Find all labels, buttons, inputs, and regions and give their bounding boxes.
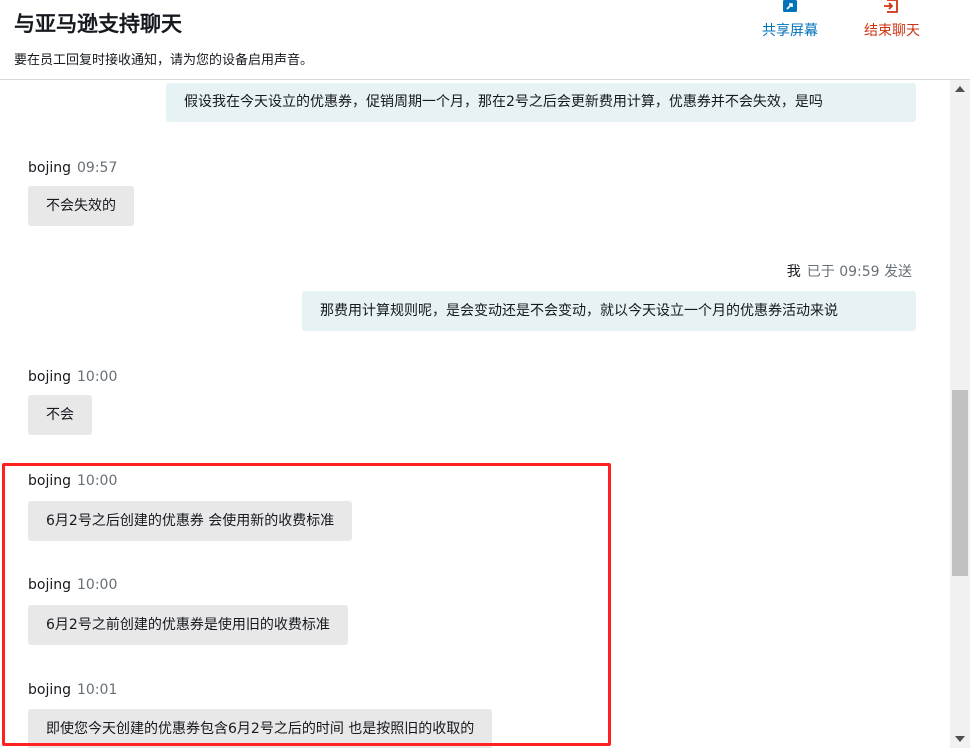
message-time: 10:00	[77, 369, 118, 385]
message-meta: bojing 09:57	[28, 159, 117, 177]
share-screen-icon	[783, 0, 797, 12]
share-screen-button[interactable]: 共享屏幕	[752, 0, 828, 44]
message-meta: bojing 10:01	[28, 681, 117, 699]
sender-name: bojing	[28, 577, 71, 593]
message-meta: bojing 10:00	[28, 472, 117, 490]
scrollbar-thumb[interactable]	[952, 390, 968, 576]
sender-name: bojing	[28, 682, 71, 698]
page-title: 与亚马逊支持聊天	[14, 12, 182, 36]
message-time: 10:00	[77, 473, 118, 489]
share-screen-label: 共享屏幕	[762, 23, 818, 39]
sender-name: 我	[786, 264, 801, 280]
scroll-down-arrow-icon[interactable]	[955, 736, 965, 742]
agent-message-bubble: 6月2号之后创建的优惠券 会使用新的收费标准	[28, 501, 353, 541]
sender-name: bojing	[28, 473, 71, 489]
my-message-bubble: 那费用计算规则呢，是会变动还是不会变动，就以今天设立一个月的优惠券活动来说	[302, 291, 916, 331]
message-meta: bojing 10:00	[28, 576, 117, 594]
message-meta: bojing 10:00	[28, 368, 117, 386]
sender-name: bojing	[28, 160, 71, 176]
message-time: 09:57	[77, 160, 118, 176]
sender-name: bojing	[28, 369, 71, 385]
end-chat-button[interactable]: 结束聊天	[852, 0, 932, 44]
message-time: 10:01	[77, 682, 118, 698]
my-message-bubble: 假设我在今天设立的优惠券，促销周期一个月，那在2号之后会更新费用计算，优惠券并不…	[166, 83, 916, 122]
exit-icon	[884, 0, 898, 13]
sound-notice: 要在员工回复时接收通知，请为您的设备启用声音。	[14, 53, 314, 68]
agent-message-bubble: 不会失效的	[28, 186, 134, 226]
agent-message-bubble: 6月2号之前创建的优惠券是使用旧的收费标准	[28, 605, 348, 645]
message-time: 10:00	[77, 577, 118, 593]
agent-message-bubble: 不会	[28, 395, 92, 435]
scroll-up-arrow-icon[interactable]	[955, 86, 965, 92]
agent-message-bubble: 即使您今天创建的优惠券包含6月2号之后的时间 也是按照旧的收取的	[28, 709, 493, 748]
message-time: 已于 09:59 发送	[806, 264, 912, 280]
chat-header: 与亚马逊支持聊天 共享屏幕 结束聊天 要在员工回复时接收通知，请为您的设备启用声…	[0, 0, 970, 80]
message-meta: 我已于 09:59 发送	[716, 263, 912, 281]
chat-scrollbar[interactable]	[950, 80, 970, 748]
chat-transcript[interactable]: 假设我在今天设立的优惠券，促销周期一个月，那在2号之后会更新费用计算，优惠券并不…	[0, 80, 950, 748]
end-chat-label: 结束聊天	[864, 23, 920, 39]
